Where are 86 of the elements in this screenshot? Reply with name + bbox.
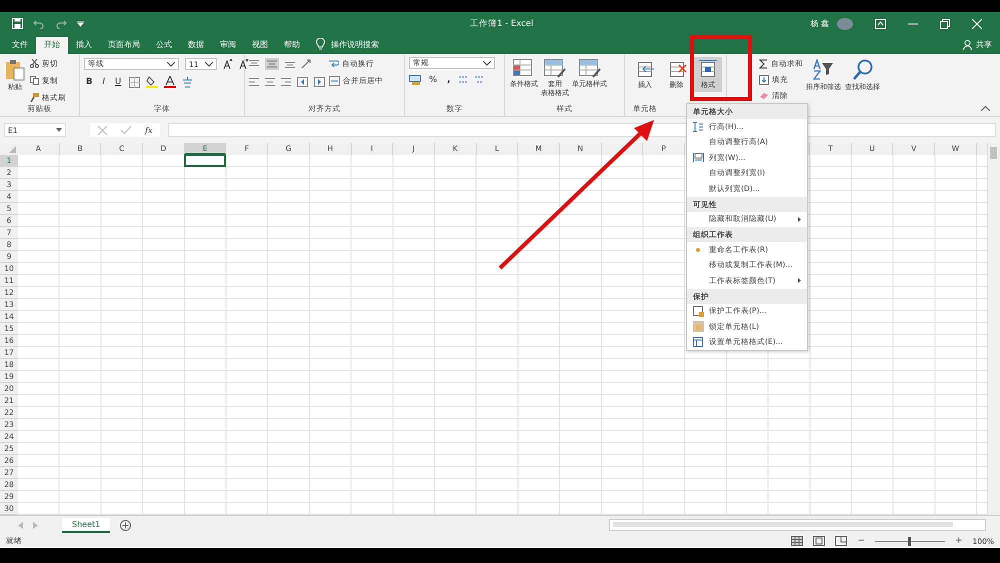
grow-font-icon[interactable] [223, 59, 233, 69]
ribbon-tab[interactable]: 公式 [148, 37, 180, 54]
ribbon-tab[interactable]: 开始 [36, 37, 68, 54]
zoom-in-button[interactable]: + [955, 536, 963, 546]
share-button[interactable]: 共享 [973, 37, 1000, 54]
bold-button[interactable]: B [84, 77, 94, 87]
restore-icon[interactable] [940, 18, 950, 28]
increase-indent-icon[interactable] [314, 77, 325, 87]
ribbon-display-icon[interactable] [875, 18, 886, 28]
search-icon [852, 59, 874, 81]
table-icon [544, 59, 566, 79]
ribbon-tab[interactable]: 文件 [4, 37, 36, 54]
highlight-rectangle [690, 35, 752, 101]
clipboard-icon [5, 59, 25, 81]
close-icon[interactable] [972, 18, 982, 28]
selected-cell[interactable] [184, 154, 226, 167]
lightbulb-icon[interactable] [316, 38, 325, 50]
borders-icon[interactable] [129, 76, 140, 88]
ribbon-tab[interactable]: 帮助 [276, 37, 308, 54]
grid-icon [698, 59, 718, 79]
customize-caret-icon[interactable] [77, 20, 84, 26]
save-icon[interactable] [12, 18, 23, 29]
copy-icon [30, 76, 39, 85]
sort-filter-icon [812, 59, 834, 81]
ribbon-tab[interactable]: 插入 [68, 37, 100, 54]
ribbon-tab[interactable]: 页面布局 [100, 37, 148, 54]
merge-cells-icon [329, 76, 340, 86]
redo-icon[interactable] [55, 18, 67, 28]
normal-view-icon[interactable] [791, 536, 804, 546]
decrease-indent-icon[interactable] [297, 77, 308, 87]
ribbon-tab[interactable]: 数据 [180, 37, 212, 54]
align-center-icon[interactable] [265, 78, 275, 86]
sigma-icon [759, 58, 768, 68]
fill-color-icon[interactable] [146, 76, 158, 88]
caret-icon [56, 128, 62, 132]
vertical-scrollbar[interactable] [987, 143, 1000, 515]
zoom-out-button[interactable]: − [857, 536, 865, 546]
comma-button[interactable]: , [445, 75, 452, 85]
orientation-icon[interactable] [301, 59, 313, 69]
page-break-icon[interactable] [835, 536, 848, 546]
caret-icon [483, 60, 491, 66]
align-bottom-icon[interactable] [285, 60, 295, 68]
undo-icon[interactable] [33, 18, 45, 28]
italic-button[interactable]: I [100, 77, 107, 87]
phonetic-icon[interactable] [182, 76, 194, 88]
scissors-icon [30, 59, 39, 68]
insert-function-button[interactable]: fx [145, 126, 152, 134]
decrease-decimal-icon[interactable] [474, 75, 484, 85]
wrap-text-icon [329, 58, 339, 68]
caret-icon [167, 62, 175, 66]
align-right-icon[interactable] [281, 78, 291, 86]
column-width-icon [692, 153, 704, 162]
zoom-slider-thumb[interactable] [908, 536, 911, 546]
format-cells-icon [693, 337, 703, 348]
ribbon-tab[interactable]: 视图 [244, 37, 276, 54]
ribbon-tab[interactable]: 审阅 [212, 37, 244, 54]
horizontal-scrollbar[interactable] [609, 519, 986, 531]
fill-down-icon [759, 74, 769, 84]
font-color-icon[interactable] [164, 76, 176, 88]
cell-grid[interactable] [18, 155, 987, 515]
currency-icon[interactable] [409, 75, 421, 85]
percent-button[interactable]: % [427, 75, 440, 85]
collapse-ribbon-icon[interactable] [981, 106, 990, 111]
shrink-font-icon[interactable] [239, 59, 249, 69]
increase-decimal-icon[interactable] [458, 75, 468, 85]
sheet-lock-icon [692, 306, 704, 317]
dot-icon [696, 248, 700, 252]
submenu-arrow-icon [798, 216, 801, 222]
eraser-icon [759, 92, 769, 100]
caret-icon [205, 62, 213, 66]
row-height-icon [693, 122, 703, 132]
person-icon[interactable] [963, 40, 973, 50]
table-icon [578, 59, 600, 79]
paintbrush-icon [30, 93, 39, 102]
tell-me-search[interactable]: 操作说明搜索 [331, 37, 379, 54]
align-middle-icon[interactable] [265, 58, 279, 70]
add-sheet-icon[interactable] [120, 520, 132, 530]
submenu-arrow-icon [798, 278, 801, 284]
window-title: 工作簿1 - Excel [470, 18, 534, 30]
user-name[interactable]: 杨 鑫 [810, 18, 829, 29]
lock-icon [692, 321, 704, 332]
align-left-icon[interactable] [249, 78, 259, 86]
page-layout-icon[interactable] [813, 536, 826, 546]
table-icon [513, 59, 535, 79]
sheet-tab[interactable]: Sheet1 [62, 518, 110, 532]
underline-button[interactable]: U [113, 77, 124, 87]
